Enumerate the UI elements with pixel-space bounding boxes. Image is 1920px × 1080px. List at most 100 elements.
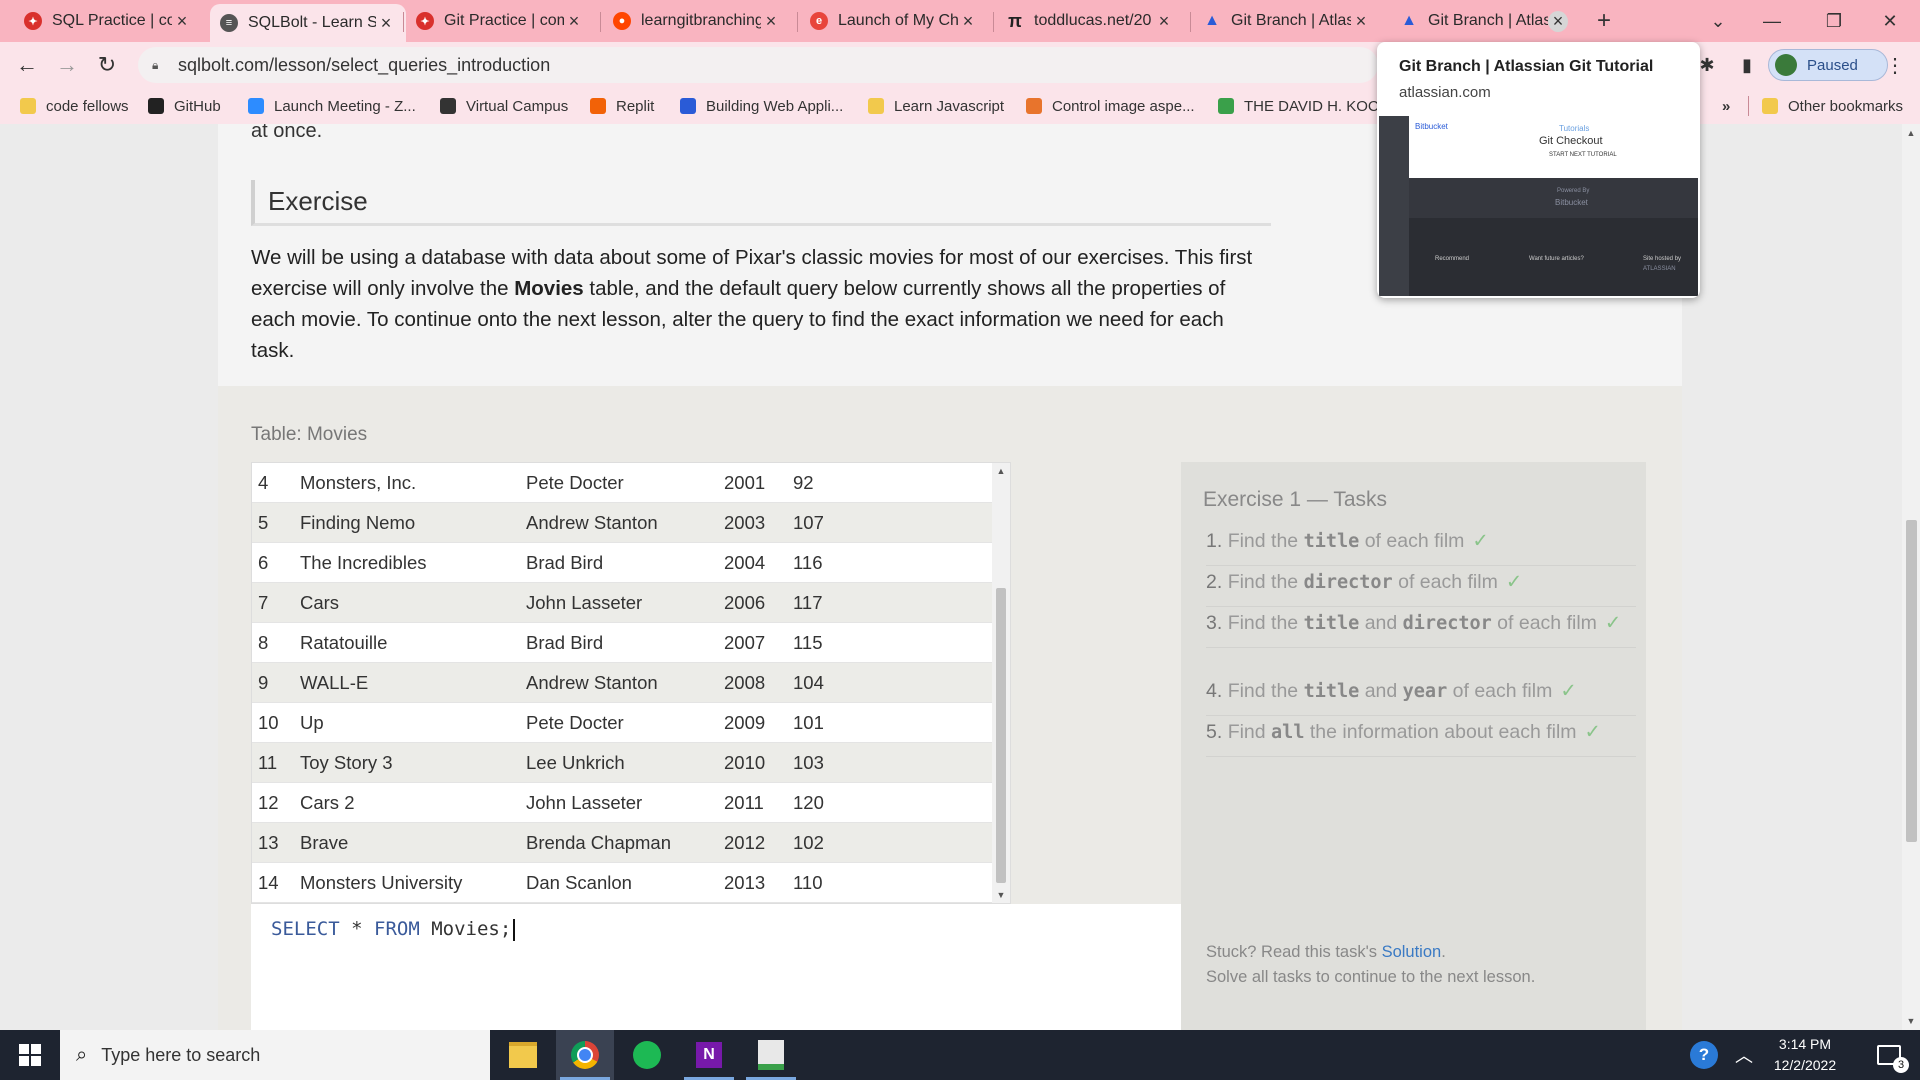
table-cell: Brad Bird bbox=[526, 632, 604, 653]
browser-tab[interactable]: ● learngitbranching × bbox=[603, 6, 791, 36]
bookmark-item[interactable]: Virtual Campus bbox=[440, 94, 568, 118]
bookmark-item[interactable]: Launch Meeting - Z... bbox=[248, 94, 416, 118]
close-tab-icon[interactable]: × bbox=[761, 11, 781, 32]
close-tab-icon[interactable]: × bbox=[1548, 10, 1568, 32]
task-text: of each film bbox=[1359, 530, 1465, 552]
table-cell: 12 bbox=[258, 792, 279, 813]
table-cell: Cars 2 bbox=[300, 792, 355, 813]
menu-kebab-icon[interactable]: ⋮ bbox=[1880, 50, 1910, 80]
browser-tab[interactable]: ▲ Git Branch | Atlas × bbox=[1390, 6, 1578, 36]
thumb-header: Bitbucket Tutorials Git Checkout START N… bbox=[1409, 116, 1698, 178]
task-number: 2. bbox=[1206, 571, 1228, 593]
table-scrollbar[interactable]: ▲ ▼ bbox=[992, 463, 1010, 903]
close-tab-icon[interactable]: × bbox=[1351, 11, 1371, 32]
query-text[interactable]: SELECT * FROM Movies; bbox=[271, 918, 516, 941]
table-cell: 2006 bbox=[724, 592, 766, 613]
photos-app[interactable] bbox=[742, 1030, 800, 1080]
help-app[interactable]: ? bbox=[1682, 1030, 1726, 1080]
table-cell: 101 bbox=[793, 712, 824, 733]
side-panel-icon[interactable]: ▮ bbox=[1732, 50, 1762, 80]
thumb-recommend: Recommend bbox=[1435, 256, 1470, 262]
chrome-app[interactable] bbox=[556, 1030, 614, 1080]
browser-tab[interactable]: π toddlucas.net/20 × bbox=[996, 6, 1184, 36]
notification-icon: 3 bbox=[1877, 1045, 1909, 1073]
address-bar[interactable]: 🔒︎ sqlbolt.com/lesson/select_queries_int… bbox=[138, 47, 1378, 83]
forward-button[interactable]: → bbox=[52, 50, 82, 80]
notifications-button[interactable]: 3 bbox=[1862, 1030, 1916, 1080]
avatar bbox=[1775, 54, 1797, 76]
bookmarks-overflow-button[interactable]: » bbox=[1722, 94, 1730, 118]
clock[interactable]: 3:14 PM 12/2/2022 bbox=[1760, 1034, 1850, 1076]
browser-tab[interactable]: ✦ SQL Practice | con × bbox=[14, 6, 202, 36]
task-text: and bbox=[1359, 680, 1403, 702]
table-cell: 2012 bbox=[724, 832, 766, 853]
table-cell: John Lasseter bbox=[526, 792, 643, 813]
table-row: 11 Toy Story 3 Lee Unkrich 2010 103 bbox=[252, 743, 994, 783]
close-tab-icon[interactable]: × bbox=[172, 11, 192, 32]
other-bookmarks[interactable]: Other bookmarks bbox=[1762, 94, 1903, 118]
bookmark-item[interactable]: GitHub bbox=[148, 94, 221, 118]
task-number: 3. bbox=[1206, 612, 1228, 634]
bookmarks-separator bbox=[1748, 96, 1749, 116]
spotify-app[interactable] bbox=[618, 1030, 676, 1080]
table-cell: 92 bbox=[793, 472, 814, 493]
task-text: of each film bbox=[1491, 612, 1597, 634]
table-cell: Monsters University bbox=[300, 872, 463, 893]
browser-tab[interactable]: ▲ Git Branch | Atlas × bbox=[1193, 6, 1381, 36]
task-number: 4. bbox=[1206, 680, 1228, 702]
atlassian-icon: ▲ bbox=[1204, 12, 1220, 29]
start-button[interactable] bbox=[0, 1030, 60, 1080]
back-button[interactable]: ← bbox=[12, 50, 42, 80]
page-scroll-up-icon[interactable]: ▲ bbox=[1902, 128, 1920, 138]
query-editor[interactable]: SELECT * FROM Movies; bbox=[251, 904, 1181, 1030]
close-tab-icon[interactable]: × bbox=[564, 11, 584, 32]
table-cell: Ratatouille bbox=[300, 632, 388, 653]
pi-icon: π bbox=[1008, 10, 1022, 31]
bookmark-item[interactable]: THE DAVID H. KOC... bbox=[1218, 94, 1391, 118]
bookmark-item[interactable]: code fellows bbox=[20, 94, 129, 118]
restore-icon[interactable]: ❐ bbox=[1806, 0, 1862, 42]
tab-label: learngitbranching bbox=[641, 12, 761, 29]
onenote-app[interactable]: N bbox=[680, 1030, 738, 1080]
table-cell: The Incredibles bbox=[300, 552, 427, 573]
table-cell: 2009 bbox=[724, 712, 766, 733]
bookmark-label: Virtual Campus bbox=[466, 97, 569, 115]
reload-button[interactable]: ↻ bbox=[92, 50, 122, 80]
tray-chevron-icon[interactable]: ︿ bbox=[1728, 1030, 1760, 1080]
task-item: 4. Find the title and year of each film ✓ bbox=[1206, 676, 1636, 716]
close-window-icon[interactable]: ✕ bbox=[1862, 0, 1918, 42]
close-tab-icon[interactable]: × bbox=[1154, 11, 1174, 32]
minimize-icon[interactable]: — bbox=[1744, 0, 1800, 42]
browser-tab[interactable]: e Launch of My Che × bbox=[800, 6, 988, 36]
tab-search-icon[interactable]: ⌄ bbox=[1690, 0, 1746, 42]
notification-count: 3 bbox=[1893, 1057, 1909, 1073]
table-scroll-thumb[interactable] bbox=[996, 588, 1006, 883]
page-scroll-down-icon[interactable]: ▼ bbox=[1902, 1016, 1920, 1026]
table-cell: 10 bbox=[258, 712, 279, 733]
bookmark-item[interactable]: Replit bbox=[590, 94, 654, 118]
browser-tab[interactable]: ✦ Git Practice | com × bbox=[406, 6, 594, 36]
taskbar-search[interactable]: ⌕ Type here to search bbox=[60, 1030, 490, 1080]
table-cell: 110 bbox=[793, 872, 823, 893]
bookmark-item[interactable]: Building Web Appli... bbox=[680, 94, 843, 118]
bookmark-item[interactable]: Control image aspe... bbox=[1026, 94, 1195, 118]
solution-link[interactable]: Solution bbox=[1382, 943, 1442, 961]
movies-table[interactable]: 4 Monsters, Inc. Pete Docter 2001 92 5 Finding… bbox=[251, 462, 1011, 904]
table-row: 12 Cars 2 John Lasseter 2011 120 bbox=[252, 783, 994, 823]
table-row: 14 Monsters University Dan Scanlon 2013 110 bbox=[252, 863, 994, 903]
table-cell: 104 bbox=[793, 672, 824, 693]
table-cell: Toy Story 3 bbox=[300, 752, 393, 773]
close-tab-icon[interactable]: × bbox=[376, 13, 396, 34]
close-tab-icon[interactable]: × bbox=[958, 11, 978, 32]
table-cell: 107 bbox=[793, 512, 824, 533]
profile-button[interactable]: Paused bbox=[1768, 49, 1888, 81]
page-scroll-thumb[interactable] bbox=[1906, 520, 1917, 842]
bookmark-item[interactable]: Learn Javascript bbox=[868, 94, 1004, 118]
scroll-down-icon[interactable]: ▼ bbox=[992, 890, 1010, 900]
address-url[interactable]: sqlbolt.com/lesson/select_queries_introd… bbox=[178, 55, 550, 76]
file-explorer-app[interactable] bbox=[494, 1030, 552, 1080]
page-scrollbar[interactable]: ▲ ▼ bbox=[1902, 124, 1920, 1030]
scroll-up-icon[interactable]: ▲ bbox=[992, 466, 1010, 476]
browser-tab[interactable]: ≡ SQLBolt - Learn S × bbox=[210, 4, 406, 42]
new-tab-button[interactable]: + bbox=[1584, 0, 1624, 42]
